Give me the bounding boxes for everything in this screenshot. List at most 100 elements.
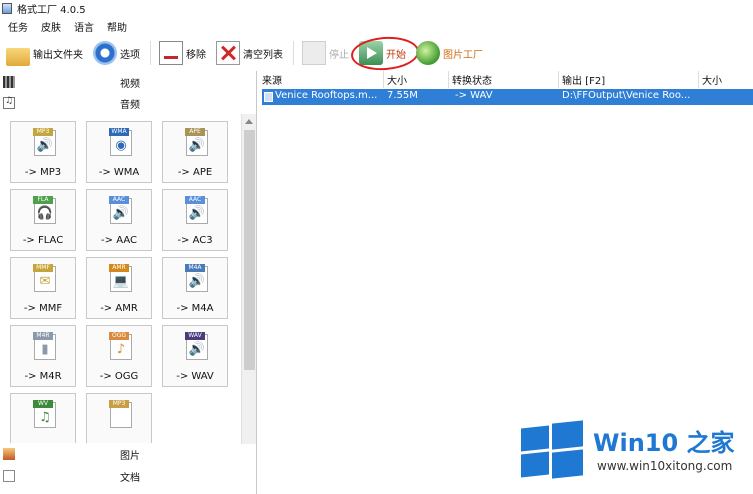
watermark: Win10 之家 www.win10xitong.com [521,419,753,485]
audio-file-icon [264,92,273,102]
audio-format-grid: MP3 🔊 -> MP3 WMA ◉ -> WMA APE 🔊 -> APE FLA 🎧 -> FLA… [10,121,238,443]
format-glyph-icon [112,410,130,426]
format-tile[interactable]: MMF ✉ -> MMF [10,257,76,319]
format-label: -> AC3 [177,235,213,246]
format-glyph-icon: ✉ [39,274,51,289]
start-label: 开始 [386,49,406,61]
clear-list-button[interactable]: 清空列表 [216,38,283,68]
menu-task[interactable]: 任务 [8,19,28,34]
remove-label: 移除 [186,49,206,61]
picture-factory-label: 图片工厂 [443,49,483,61]
format-badge: WMA [109,128,129,136]
column-output-size[interactable]: 大小 [699,71,753,88]
format-tile[interactable]: AAC 🔊 -> AAC [86,189,152,251]
row-size: 7.55M [387,90,418,101]
menu-language[interactable]: 语言 [74,19,94,34]
category-video[interactable]: 视频 [0,73,257,91]
menu-skin[interactable]: 皮肤 [41,19,61,34]
category-picture[interactable]: 图片 [0,445,257,463]
stop-button[interactable]: 停止 [302,38,349,68]
options-button[interactable]: 选项 [93,38,140,68]
format-glyph-icon: 🔊 [112,206,130,221]
format-tile[interactable]: M4A 🔊 -> M4A [162,257,228,319]
format-badge: WAV [185,332,205,340]
table-row[interactable]: Venice Rooftops.m... 7.55M -> WAV D:\FFO… [262,89,753,105]
watermark-title: Win10 之家 [593,429,735,457]
format-glyph-icon: 🔊 [188,274,206,289]
start-button[interactable]: 开始 [349,34,421,73]
options-label: 选项 [120,49,140,61]
format-badge: M4A [185,264,205,272]
clear-list-label: 清空列表 [243,49,283,61]
picture-icon [3,448,15,460]
remove-button[interactable]: 移除 [159,38,206,68]
toolbar-divider [150,41,151,65]
format-tile[interactable]: AAC 🔊 -> AC3 [162,189,228,251]
format-glyph-icon: 🔊 [188,342,206,357]
output-folder-button[interactable]: 输出文件夹 [6,38,83,68]
format-badge: APE [185,128,205,136]
video-icon [3,76,15,88]
format-badge: OGG [109,332,129,340]
play-icon [359,41,383,65]
format-glyph-icon: ♪ [116,342,126,357]
format-label: -> M4R [24,371,62,382]
format-tile[interactable]: OGG ♪ -> OGG [86,325,152,387]
category-video-label: 视频 [120,78,140,90]
stop-icon [302,41,326,65]
category-picture-label: 图片 [120,450,140,462]
format-label: -> MP3 [24,167,62,178]
window-title: 格式工厂 4.0.5 [17,5,86,16]
category-audio-label: 音频 [120,99,140,111]
column-output[interactable]: 输出 [F2] [559,71,699,88]
format-label: -> WMA [98,167,140,178]
format-label: -> AAC [101,235,137,246]
format-badge: MMF [33,264,53,272]
format-badge: MP3 [33,128,53,136]
format-tile[interactable]: MP3 [86,393,152,443]
format-label: -> AMR [100,303,138,314]
category-audio[interactable]: 音频 [0,94,257,112]
app-icon [2,3,12,14]
category-document-label: 文档 [120,472,140,484]
format-label: -> APE [177,167,213,178]
format-glyph-icon: 🔊 [188,138,206,153]
picture-factory-button[interactable]: 图片工厂 [416,38,483,68]
format-label: -> FLAC [22,235,64,246]
menu-help[interactable]: 帮助 [107,19,127,34]
audio-icon [3,96,15,109]
format-glyph-icon: ♫ [39,410,51,425]
row-output: D:\FFOutput\Venice Roo... [562,90,691,101]
format-badge: MP3 [109,400,129,408]
stop-label: 停止 [329,49,349,61]
toolbar: 输出文件夹 选项 移除 清空列表 停止 开始 图片工厂 [0,34,753,73]
format-tile[interactable]: WMA ◉ -> WMA [86,121,152,183]
scroll-up-icon[interactable] [245,119,253,124]
format-badge: AMR [109,264,129,272]
column-status[interactable]: 转换状态 [449,71,559,88]
format-label: -> WAV [176,371,214,382]
format-tile[interactable]: AMR 💻 -> AMR [86,257,152,319]
format-tile[interactable]: WV ♫ [10,393,76,443]
format-tile[interactable]: MP3 🔊 -> MP3 [10,121,76,183]
format-scrollbar[interactable] [241,114,256,444]
format-glyph-icon: 🎧 [36,206,54,221]
column-size[interactable]: 大小 [384,71,449,88]
format-glyph-icon: 🔊 [188,206,206,221]
toolbar-divider [293,41,294,65]
output-folder-label: 输出文件夹 [33,49,83,61]
format-tile[interactable]: FLA 🎧 -> FLAC [10,189,76,251]
format-badge: FLA [33,196,53,204]
format-tile[interactable]: WAV 🔊 -> WAV [162,325,228,387]
scroll-thumb[interactable] [244,130,255,370]
gear-icon [93,41,117,65]
format-tile[interactable]: M4R ▮ -> M4R [10,325,76,387]
row-status: -> WAV [455,90,493,101]
format-tile[interactable]: APE 🔊 -> APE [162,121,228,183]
folder-icon [6,48,30,66]
category-document[interactable]: 文档 [0,467,257,485]
format-badge: AAC [109,196,129,204]
picture-factory-icon [416,41,440,65]
column-source[interactable]: 来源 [259,71,384,88]
format-badge: WV [33,400,53,408]
